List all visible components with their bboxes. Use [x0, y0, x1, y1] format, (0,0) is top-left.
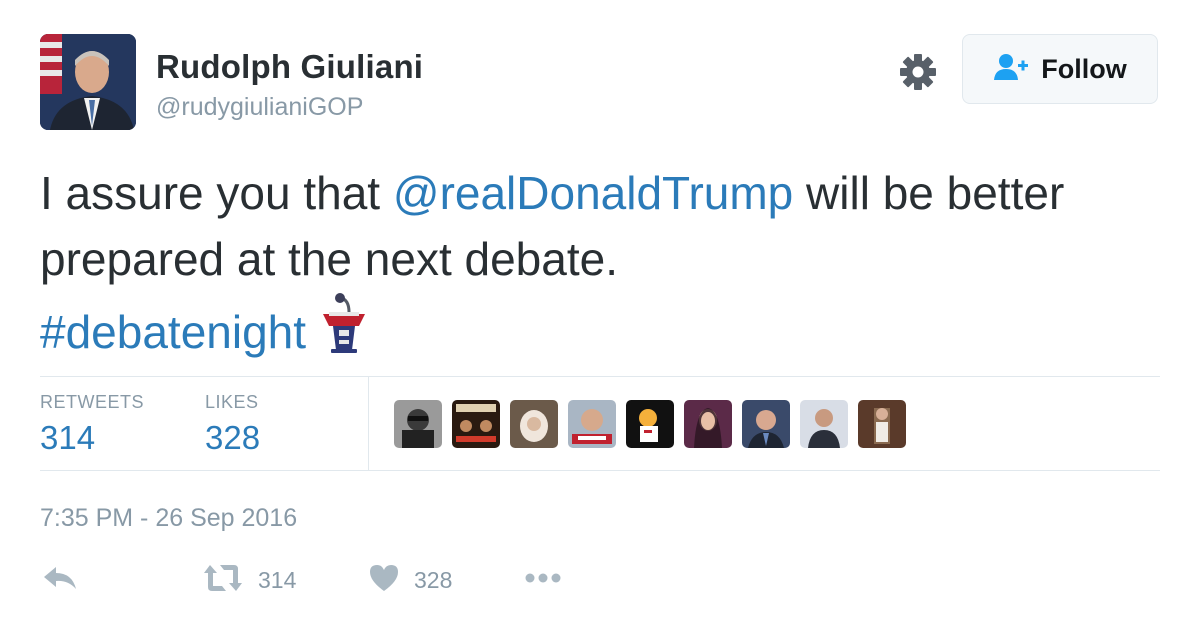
retweets-stat[interactable]: RETWEETS 314 [40, 392, 144, 457]
stats-divider-top [40, 376, 1160, 377]
liker-avatar[interactable] [684, 400, 732, 448]
stats-divider-vertical [368, 377, 369, 470]
likes-value: 328 [205, 419, 261, 456]
likes-label: LIKES [205, 392, 259, 412]
mention-link[interactable]: @realDonaldTrump [393, 167, 793, 219]
liker-avatar[interactable] [394, 400, 442, 448]
author-handle[interactable]: @rudygiulianiGOP [156, 93, 363, 122]
hashtag-link[interactable]: #debatenight [40, 306, 306, 358]
liker-avatar[interactable] [510, 400, 558, 448]
tweet-text: I assure you that @realDonaldTrump will … [40, 160, 1160, 365]
follow-button[interactable]: Follow [962, 34, 1158, 104]
tweet-text-part-1: I assure you that [40, 167, 393, 219]
follow-label: Follow [1041, 53, 1127, 84]
liker-avatar[interactable] [626, 400, 674, 448]
tweet-timestamp[interactable]: 7:35 PM - 26 Sep 2016 [40, 504, 297, 533]
retweets-value: 314 [40, 419, 96, 456]
liker-avatar[interactable] [568, 400, 616, 448]
author-avatar[interactable] [40, 34, 136, 130]
like-button[interactable]: 328 [368, 560, 452, 600]
reply-button[interactable] [42, 560, 78, 600]
more-button[interactable] [524, 560, 562, 600]
tweet-card: Rudolph Giuliani @rudygiulianiGOP Follow… [0, 0, 1200, 630]
person-add-icon [993, 52, 1029, 87]
retweet-icon [202, 563, 244, 598]
retweets-label: RETWEETS [40, 392, 145, 412]
podium-emoji [319, 292, 369, 354]
liker-avatar[interactable] [452, 400, 500, 448]
reply-arrow-icon [42, 563, 78, 598]
liker-avatar[interactable] [858, 400, 906, 448]
likes-stat[interactable]: LIKES 328 [205, 392, 260, 457]
gear-icon[interactable] [898, 52, 938, 92]
like-count: 328 [414, 566, 453, 593]
liker-facepile [394, 400, 906, 448]
avatar-image [40, 34, 136, 130]
retweet-count: 314 [258, 566, 297, 593]
retweet-button[interactable]: 314 [202, 560, 296, 600]
heart-icon [368, 563, 400, 598]
liker-avatar[interactable] [742, 400, 790, 448]
liker-avatar[interactable] [800, 400, 848, 448]
stats-divider-bottom [40, 470, 1160, 471]
ellipsis-icon [524, 563, 562, 598]
author-name[interactable]: Rudolph Giuliani [156, 48, 423, 86]
